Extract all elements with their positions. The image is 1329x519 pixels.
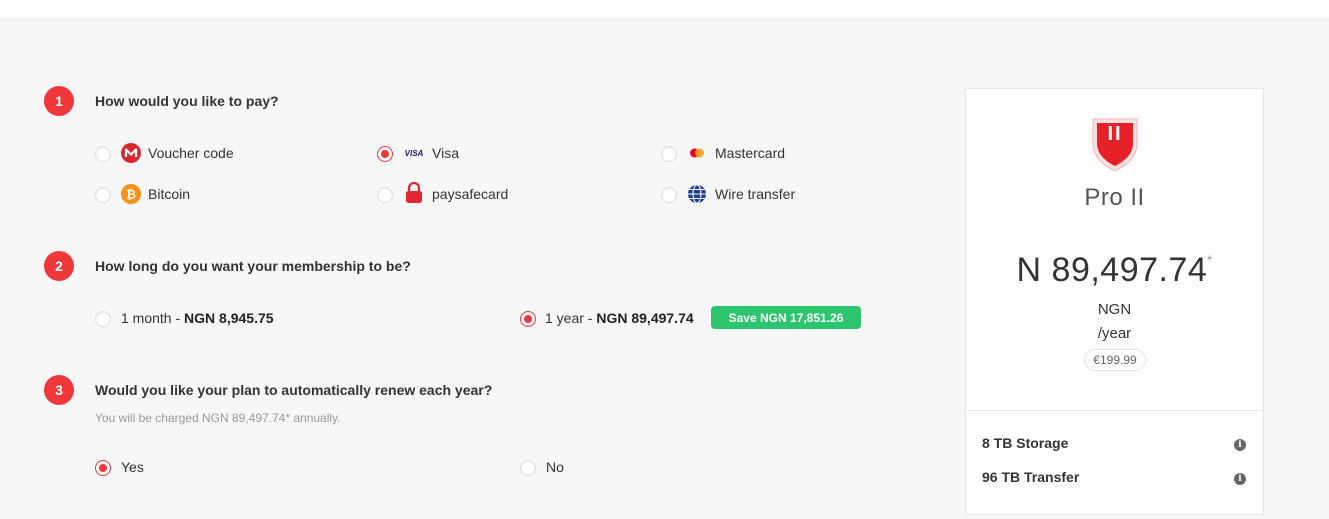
bitcoin-icon: ₿ bbox=[121, 184, 141, 204]
save-badge: Save NGN 17,851.26 bbox=[711, 306, 861, 329]
globe-icon bbox=[687, 184, 707, 204]
renew-label-no[interactable]: No bbox=[546, 459, 564, 475]
step-1-badge: 1 bbox=[44, 86, 74, 116]
payment-radio-visa[interactable] bbox=[377, 146, 393, 162]
step-2-title: How long do you want your membership to … bbox=[95, 258, 411, 274]
payment-label-mastercard[interactable]: Mastercard bbox=[715, 145, 785, 161]
step-3-badge: 3 bbox=[44, 375, 74, 405]
payment-radio-mastercard[interactable] bbox=[661, 146, 677, 162]
renew-radio-yes[interactable] bbox=[95, 460, 111, 476]
mastercard-logo-icon bbox=[687, 143, 707, 163]
duration-year-price: NGN 89,497.74 bbox=[596, 310, 694, 326]
duration-month-price: NGN 8,945.75 bbox=[184, 310, 274, 326]
duration-radio-year[interactable] bbox=[520, 311, 536, 327]
payment-label-wire[interactable]: Wire transfer bbox=[715, 186, 795, 202]
duration-label-year[interactable]: 1 year - NGN 89,497.74 bbox=[545, 310, 694, 326]
pro-shield-icon: II bbox=[1087, 113, 1143, 173]
payment-label-voucher[interactable]: Voucher code bbox=[148, 145, 234, 161]
duration-month-prefix: 1 month - bbox=[121, 310, 185, 326]
info-icon[interactable]: i bbox=[1234, 473, 1246, 485]
mega-logo-icon bbox=[121, 143, 141, 163]
euro-price-pill: €199.99 bbox=[1084, 349, 1146, 371]
renew-radio-no[interactable] bbox=[520, 460, 536, 476]
plan-period: /year bbox=[1097, 325, 1132, 342]
payment-radio-wire[interactable] bbox=[661, 187, 677, 203]
plan-summary-card: II Pro II N 89,497.74* NGN /year €199.99… bbox=[965, 88, 1264, 515]
step-2-badge: 2 bbox=[44, 251, 74, 281]
payment-label-visa[interactable]: Visa bbox=[432, 145, 459, 161]
duration-year-prefix: 1 year - bbox=[545, 310, 597, 326]
payment-radio-voucher[interactable] bbox=[95, 146, 111, 162]
payment-radio-bitcoin[interactable] bbox=[95, 187, 111, 203]
plan-price-mark: * bbox=[1207, 253, 1213, 267]
duration-label-month[interactable]: 1 month - NGN 8,945.75 bbox=[121, 310, 274, 326]
step-1-title: How would you like to pay? bbox=[95, 93, 279, 109]
feature-storage: 8 TB Storage bbox=[982, 435, 1069, 451]
visa-logo-icon: VISA bbox=[403, 143, 425, 163]
visa-logo-text: VISA bbox=[404, 148, 424, 158]
step-3-subtitle: You will be charged NGN 89,497.74* annua… bbox=[95, 411, 341, 425]
paysafecard-lock-icon bbox=[404, 182, 424, 203]
step-3-title: Would you like your plan to automaticall… bbox=[95, 382, 493, 398]
payment-label-bitcoin[interactable]: Bitcoin bbox=[148, 186, 190, 202]
plan-price: N 89,497.74* bbox=[966, 251, 1263, 290]
duration-radio-month[interactable] bbox=[95, 311, 111, 327]
payment-radio-paysafecard[interactable] bbox=[377, 187, 393, 203]
renew-label-yes[interactable]: Yes bbox=[121, 459, 144, 475]
payment-label-paysafecard[interactable]: paysafecard bbox=[432, 186, 508, 202]
card-divider bbox=[966, 410, 1263, 411]
feature-transfer: 96 TB Transfer bbox=[982, 469, 1080, 485]
info-icon[interactable]: i bbox=[1234, 439, 1246, 451]
shield-label: II bbox=[1107, 123, 1123, 145]
plan-currency: NGN bbox=[1097, 301, 1132, 318]
plan-name: Pro II bbox=[1084, 184, 1145, 211]
svg-text:₿: ₿ bbox=[126, 188, 136, 202]
plan-price-value: N 89,497.74 bbox=[1016, 251, 1208, 289]
